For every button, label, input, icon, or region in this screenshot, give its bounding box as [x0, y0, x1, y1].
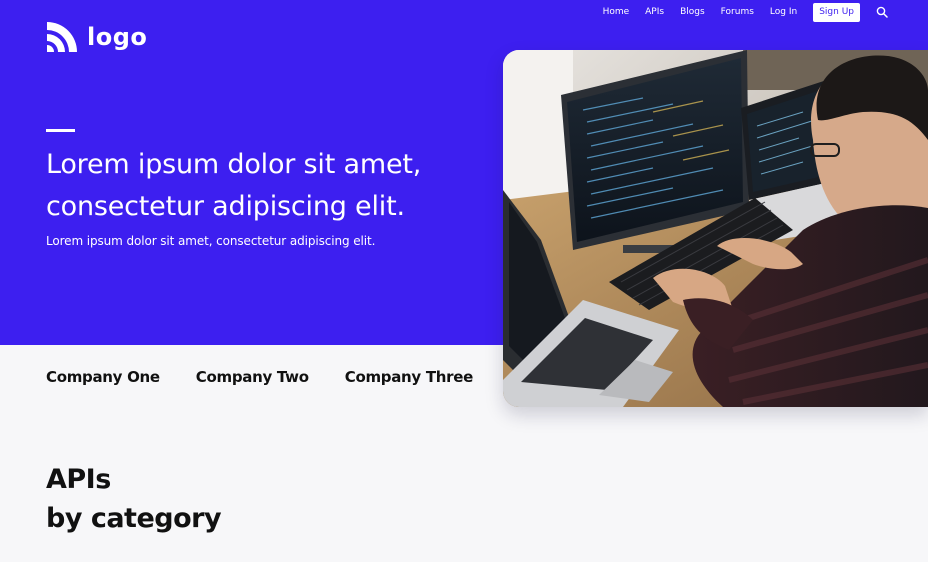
hero-subtitle: Lorem ipsum dolor sit amet, consectetur …: [46, 234, 376, 248]
search-icon[interactable]: [876, 6, 888, 18]
section-title-line-2: by category: [46, 503, 222, 534]
hero-title: Lorem ipsum dolor sit amet, consectetur …: [46, 144, 486, 228]
company-logos: Company One Company Two Company Three: [46, 366, 473, 388]
nav-forums[interactable]: Forums: [721, 7, 754, 17]
hero-title-line-2: consectetur adipiscing elit.: [46, 191, 405, 222]
landing-page: logo Home APIs Blogs Forums Log In Sign …: [0, 0, 928, 562]
company-three: Company Three: [344, 367, 474, 386]
nav-home[interactable]: Home: [603, 7, 630, 17]
nav-blogs[interactable]: Blogs: [680, 7, 705, 17]
section-title-line-1: APIs: [46, 464, 111, 495]
hero-photo: [503, 50, 928, 407]
logo-text: logo: [87, 23, 148, 51]
developer-photo: [503, 50, 928, 407]
logo-icon: [47, 22, 77, 52]
hero-accent-line: [46, 129, 75, 132]
signup-button[interactable]: Sign Up: [813, 2, 860, 22]
logo[interactable]: logo: [45, 19, 147, 55]
company-one: Company One: [46, 367, 160, 386]
section-title: APIs by category: [46, 460, 222, 538]
company-two: Company Two: [195, 367, 309, 386]
nav-apis[interactable]: APIs: [645, 7, 664, 17]
hero-title-line-1: Lorem ipsum dolor sit amet,: [46, 149, 422, 180]
nav-login[interactable]: Log In: [770, 7, 797, 17]
top-nav: Home APIs Blogs Forums Log In Sign Up: [603, 2, 888, 22]
